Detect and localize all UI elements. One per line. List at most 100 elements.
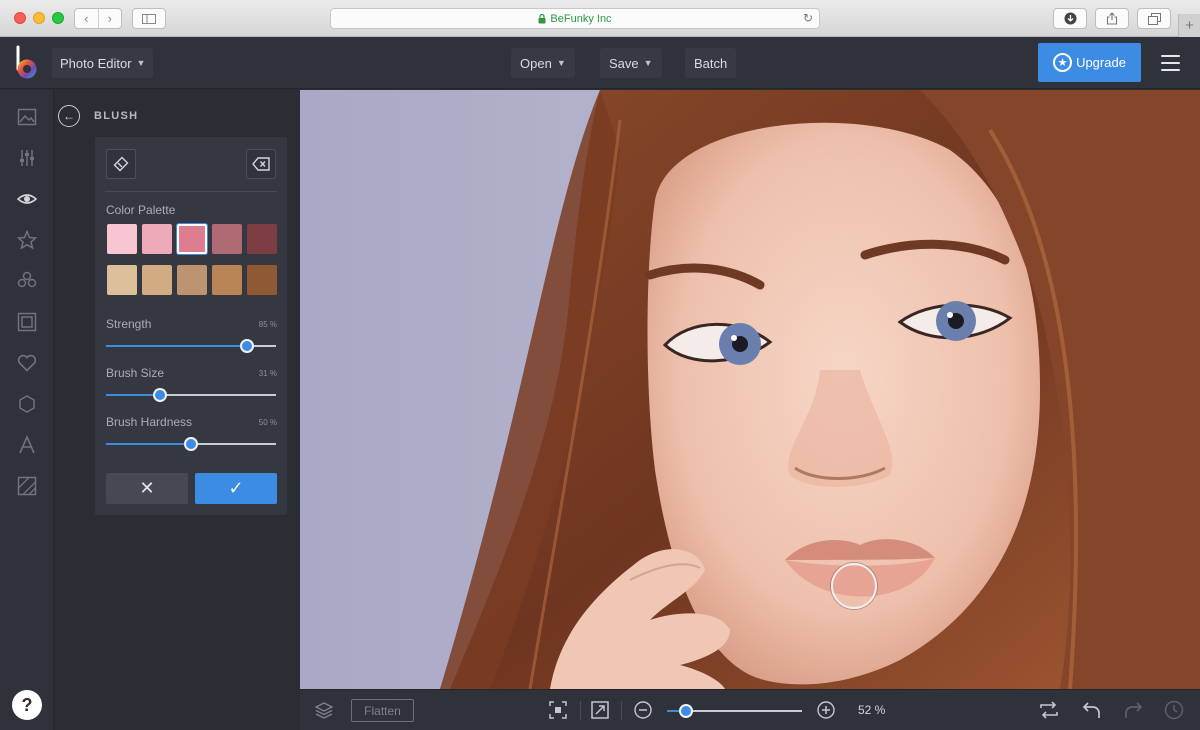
history-icon[interactable] (1164, 700, 1184, 720)
batch-button[interactable]: Batch (685, 48, 737, 78)
image-icon[interactable] (17, 107, 37, 127)
divider (580, 701, 581, 720)
fit-to-screen-icon[interactable] (548, 700, 568, 720)
slider-handle[interactable] (153, 388, 168, 402)
color-palette-label: Color Palette (106, 203, 176, 217)
batch-label: Batch (694, 55, 728, 71)
forward-arrow-icon[interactable]: › (99, 9, 122, 28)
blush-tool-panel: ← BLUSH Color Palette Strength 85 % Brus… (54, 90, 300, 730)
flatten-button[interactable]: Flatten (351, 699, 414, 722)
frame-icon[interactable] (17, 312, 37, 332)
share-icon (1106, 12, 1118, 25)
chevron-down-icon: ▼ (136, 58, 146, 68)
color-swatch[interactable] (247, 224, 277, 254)
slider-label: Brush Hardness (106, 415, 193, 429)
layers-icon[interactable] (17, 271, 37, 291)
cancel-button[interactable]: ✕ (106, 473, 188, 504)
zoom-out-icon[interactable] (633, 700, 653, 720)
heart-icon[interactable] (17, 353, 37, 373)
star-icon[interactable] (17, 230, 37, 250)
slider-value: 50 % (258, 418, 277, 427)
color-swatch[interactable] (177, 224, 207, 254)
share-button[interactable] (1095, 8, 1129, 29)
sidebar-icon (142, 13, 156, 24)
tabs-icon (1147, 12, 1161, 25)
chevron-down-icon: ▼ (556, 58, 566, 68)
photo-canvas[interactable] (300, 90, 1200, 689)
zoom-in-icon[interactable] (816, 700, 836, 720)
close-icon: ✕ (139, 478, 155, 498)
brush-mode-button[interactable] (106, 149, 136, 179)
color-swatch[interactable] (212, 224, 242, 254)
lock-icon (538, 13, 546, 23)
hamburger-menu-icon[interactable] (1161, 55, 1180, 71)
undo-icon[interactable] (1082, 700, 1102, 720)
canvas-bottom-bar: Flatten 52 % (300, 689, 1200, 730)
new-tab-icon[interactable]: + (1178, 14, 1200, 37)
zoom-slider[interactable] (667, 704, 802, 718)
sliders-icon[interactable] (17, 148, 37, 168)
downloads-button[interactable] (1053, 8, 1087, 29)
compare-icon[interactable] (1039, 700, 1059, 720)
strength-slider[interactable] (106, 339, 276, 353)
blush-settings-card: Color Palette Strength 85 % Brush Size 3… (95, 137, 287, 515)
close-window-button[interactable] (14, 12, 26, 24)
slider-handle[interactable] (678, 704, 693, 718)
color-swatch[interactable] (107, 265, 137, 295)
slider-label: Strength (106, 317, 152, 331)
app-mode-dropdown[interactable]: Photo Editor ▼ (52, 48, 154, 78)
chevron-down-icon: ▼ (643, 58, 653, 68)
shape-icon[interactable] (17, 394, 37, 414)
slider-handle[interactable] (184, 437, 198, 451)
panel-title: BLUSH (94, 110, 139, 122)
color-swatch[interactable] (142, 224, 172, 254)
slider-label: Brush Size (106, 366, 165, 380)
text-icon[interactable] (17, 435, 37, 455)
tabs-button[interactable] (1137, 8, 1171, 29)
eye-icon[interactable] (17, 189, 37, 209)
eraser-mode-button[interactable] (246, 149, 276, 179)
minimize-window-button[interactable] (33, 12, 45, 24)
divider (621, 701, 622, 720)
download-icon (1064, 12, 1076, 25)
checkmark-icon: ✓ (228, 478, 244, 498)
address-bar[interactable]: BeFunky Inc ↻ (330, 8, 820, 29)
actual-size-icon[interactable] (590, 700, 610, 720)
befunky-logo-icon[interactable] (12, 45, 42, 81)
open-label: Open (520, 55, 552, 71)
color-swatch[interactable] (247, 265, 277, 295)
layers-stack-icon[interactable] (314, 700, 334, 720)
zoom-level: 52 % (858, 703, 886, 717)
brush-cursor (831, 563, 877, 609)
color-swatch[interactable] (142, 265, 172, 295)
brush-hardness-slider[interactable] (106, 437, 276, 451)
brush-icon (113, 156, 129, 172)
divider (105, 191, 277, 192)
slider-handle[interactable] (240, 339, 255, 353)
upgrade-button[interactable]: ★ Upgrade (1038, 43, 1141, 82)
browser-toolbar: ‹ › BeFunky Inc ↻ + (0, 0, 1200, 37)
back-arrow-icon[interactable]: ← (58, 105, 80, 127)
color-swatch[interactable] (177, 265, 207, 295)
save-label: Save (609, 55, 639, 71)
sidebar-toggle-button[interactable] (132, 8, 166, 29)
texture-icon[interactable] (17, 476, 37, 496)
color-swatch[interactable] (212, 265, 242, 295)
save-menu-button[interactable]: Save ▼ (600, 48, 662, 78)
app-header: Photo Editor ▼ Open ▼ Save ▼ Batch ★ Upg… (0, 37, 1200, 89)
open-menu-button[interactable]: Open ▼ (511, 48, 575, 78)
slider-value: 85 % (258, 320, 277, 329)
upgrade-label: Upgrade (1076, 55, 1126, 70)
swatch-row-browns (107, 265, 277, 295)
back-arrow-icon[interactable]: ‹ (75, 9, 99, 28)
eraser-icon (252, 157, 270, 171)
zoom-window-button[interactable] (52, 12, 64, 24)
reload-icon[interactable]: ↻ (803, 11, 813, 25)
redo-icon[interactable] (1123, 700, 1143, 720)
help-button[interactable]: ? (12, 690, 42, 720)
color-swatch[interactable] (107, 224, 137, 254)
apply-button[interactable]: ✓ (195, 473, 277, 504)
slider-value: 31 % (258, 369, 277, 378)
brush-size-slider[interactable] (106, 388, 276, 402)
portrait-photo (300, 90, 1200, 689)
